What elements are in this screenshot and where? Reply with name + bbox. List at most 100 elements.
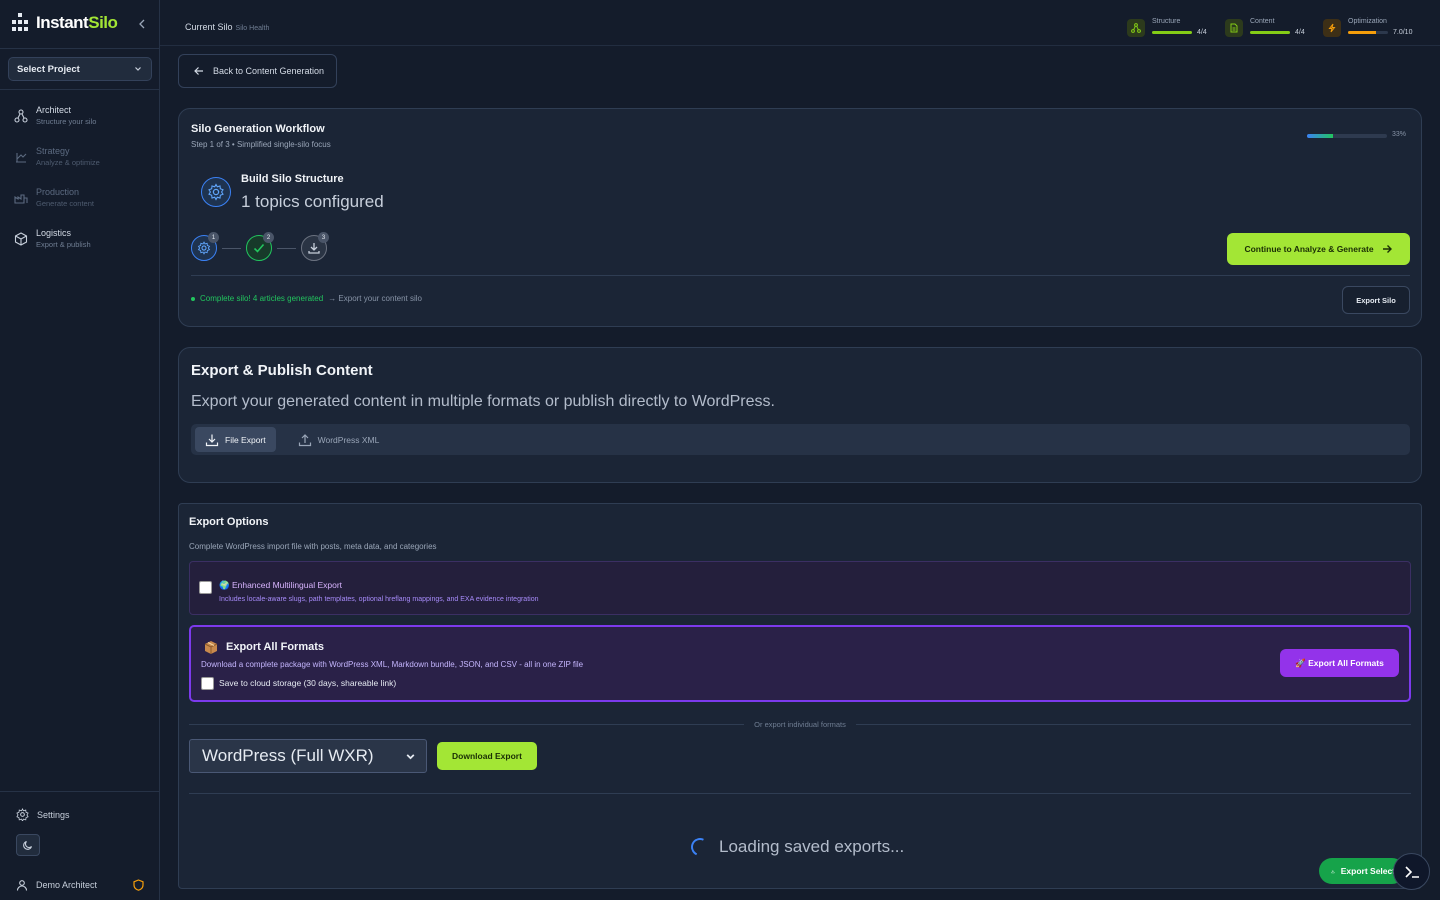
multilingual-title: 🌍 Enhanced Multilingual Export [219,580,343,590]
chevron-left-icon [139,19,145,29]
workflow-subtitle: Step 1 of 3 • Simplified single-silo foc… [191,140,331,149]
loading-text: Loading saved exports... [719,837,905,856]
format-select[interactable]: WordPress (Full WXR) [189,739,427,773]
breadcrumb: Current Silo Silo Health [185,22,269,32]
metric-value: 7.0/10 [1393,29,1413,36]
workflow-progress-bar [1307,134,1387,138]
sidebar-item-strategy[interactable]: Strategy Analyze & optimize [14,146,100,168]
step-3-indicator[interactable]: 3 [301,232,329,261]
multilingual-checkbox[interactable] [199,581,212,594]
logo-text: InstantSilo [36,13,118,32]
tab-label: WordPress XML [317,434,380,445]
sidebar: InstantSilo Select Project Architect Str… [0,0,160,900]
shield-icon [133,879,144,891]
download-icon [308,243,320,254]
step-number: 1 [208,232,219,243]
format-select-value: WordPress (Full WXR) [202,746,374,765]
step-connector [277,247,296,249]
package-icon [204,641,218,654]
sidebar-item-sublabel: Structure your silo [36,117,97,126]
export-silo-button[interactable]: Export Silo [1342,286,1410,314]
multilingual-description: Includes locale-aware slugs, path templa… [219,596,539,603]
sidebar-item-label: Strategy [36,146,70,156]
export-options-card: Export Options Complete WordPress import… [178,503,1422,889]
user-icon [16,880,28,891]
workflow-progress-percent: 33% [1392,131,1407,138]
download-icon [1331,869,1335,873]
export-tabs: File Export WordPress XML [191,424,1410,455]
sidebar-item-production[interactable]: Production Generate content [14,187,94,209]
sidebar-item-label: Architect [36,105,72,115]
or-divider-text: Or export individual formats [754,719,846,729]
multilingual-export-option: 🌍 Enhanced Multilingual Export Includes … [189,561,1411,615]
workflow-card: Silo Generation Workflow Step 1 of 3 • S… [178,108,1422,327]
metric-label: Optimization [1348,18,1387,25]
loading-indicator: Loading saved exports... [688,835,905,859]
metric-optimization: Optimization 7.0/10 [1323,17,1412,37]
metric-value: 4/4 [1197,29,1207,36]
export-publish-card: Export & Publish Content Export your gen… [178,347,1422,483]
continue-button[interactable]: Continue to Analyze & Generate [1227,233,1410,265]
sidebar-item-logistics[interactable]: Logistics Export & publish [14,228,91,250]
step-2-indicator[interactable]: 2 [246,232,274,261]
metric-bar [1250,31,1290,34]
tab-file-export[interactable]: File Export [195,427,276,452]
chevron-down-icon [406,753,415,759]
sidebar-item-architect[interactable]: Architect Structure your silo [14,105,96,127]
metric-bar [1152,31,1192,34]
workflow-title: Silo Generation Workflow [191,123,325,135]
settings-link[interactable]: Settings [16,808,70,821]
metric-label: Content [1250,18,1275,25]
sidebar-divider [0,48,159,49]
divider [189,793,1411,794]
lightning-icon [1323,19,1341,37]
cloud-storage-label: Save to cloud storage (30 days, shareabl… [219,678,397,688]
cloud-storage-checkbox[interactable] [201,677,214,690]
gear-icon [197,241,211,255]
breadcrumb-sub: Silo Health [235,25,270,32]
app-logo[interactable]: InstantSilo [10,12,118,34]
download-icon [205,434,219,446]
export-all-formats-panel: Export All Formats Download a complete p… [189,625,1411,702]
status-dot [191,296,195,301]
tab-wordpress-xml[interactable]: WordPress XML [288,427,390,452]
metric-structure: Structure 4/4 [1127,17,1207,37]
moon-icon [23,840,33,850]
step-connector [222,247,241,249]
sidebar-item-label: Production [36,187,80,197]
user-menu[interactable]: Demo Architect [16,879,97,891]
export-publish-title: Export & Publish Content [191,362,373,379]
sidebar-item-label: Logistics [36,228,72,238]
chevron-down-icon [135,67,141,71]
upload-icon [298,433,311,446]
logo-icon [12,13,28,31]
check-icon [253,243,265,253]
step-1-indicator[interactable]: 1 [191,232,219,261]
current-step-title: Build Silo Structure [241,173,344,185]
terminal-button[interactable] [1393,853,1430,890]
completion-text: Complete silo! 4 articles generated [200,294,324,303]
production-icon [14,194,28,204]
gear-icon [16,808,29,821]
breadcrumb-current: Current Silo [185,22,233,32]
download-export-button[interactable]: Download Export [437,742,537,770]
project-select[interactable]: Select Project [8,57,152,81]
sidebar-divider [0,89,159,90]
theme-toggle-button[interactable] [16,834,40,856]
metric-label: Structure [1152,18,1181,25]
structure-icon [1127,19,1145,37]
export-all-formats-button[interactable]: 🚀 Export All Formats [1280,649,1399,677]
step-number: 3 [318,232,329,243]
user-name: Demo Architect [36,880,98,890]
spinner-icon [688,835,712,859]
architect-icon [14,109,28,123]
step-number: 2 [263,232,274,243]
tab-label: File Export [225,434,266,445]
collapse-sidebar-button[interactable] [134,16,150,32]
back-to-content-generation-button[interactable]: Back to Content Generation [178,54,337,88]
terminal-icon [1404,865,1419,878]
arrow-left-icon [194,67,203,75]
box-icon [14,232,28,246]
metric-content: Content 4/4 [1225,17,1305,37]
project-select-label: Select Project [17,63,80,75]
